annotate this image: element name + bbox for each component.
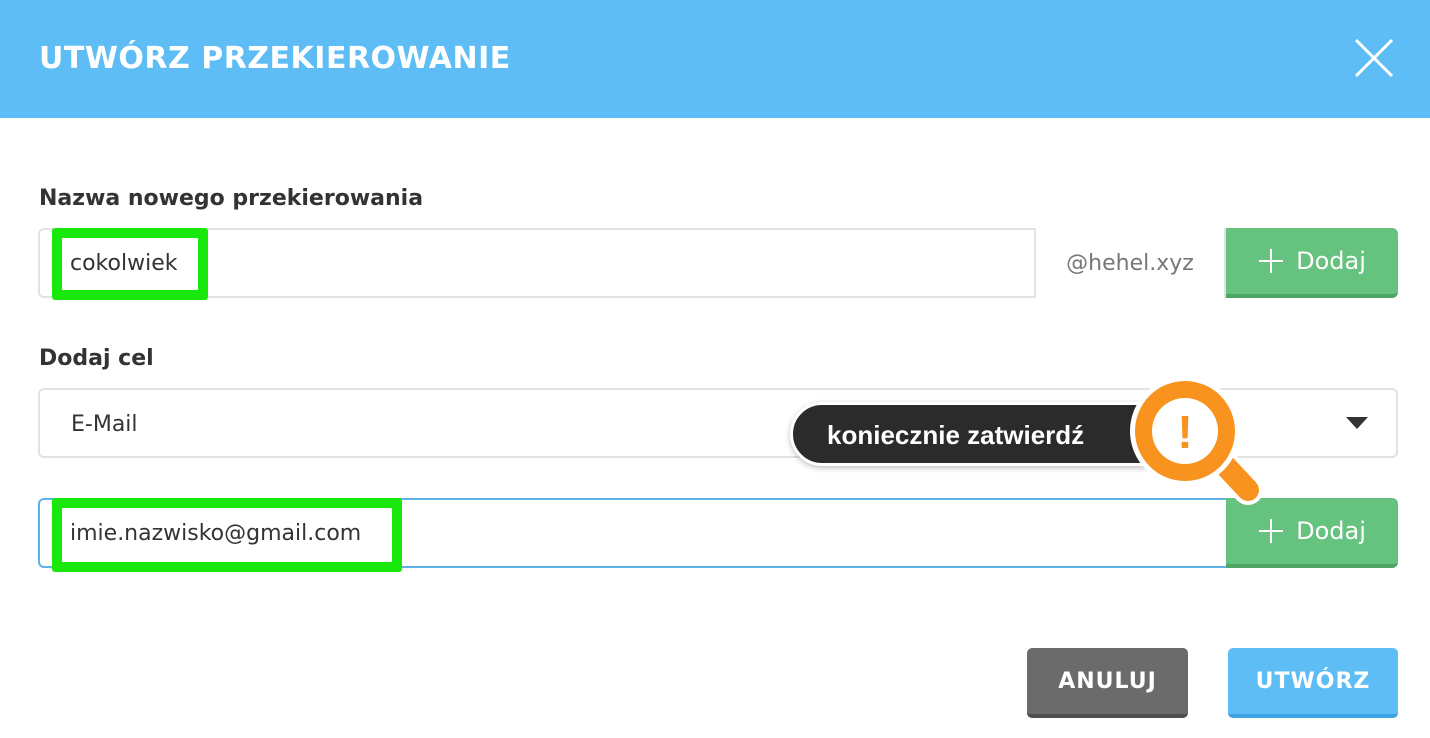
forward-name-input[interactable] bbox=[40, 230, 1034, 296]
create-button[interactable]: UTWÓRZ bbox=[1228, 648, 1398, 718]
close-icon bbox=[1354, 38, 1394, 78]
add-target-button[interactable]: Dodaj bbox=[1226, 498, 1398, 568]
domain-suffix: @hehel.xyz bbox=[1034, 228, 1226, 298]
plus-icon bbox=[1259, 249, 1284, 273]
dialog-title: UTWÓRZ PRZEKIEROWANIE bbox=[39, 41, 511, 76]
add-forward-name-button[interactable]: Dodaj bbox=[1226, 228, 1398, 298]
target-label: Dodaj cel bbox=[39, 346, 154, 371]
add-button-label: Dodaj bbox=[1296, 247, 1366, 275]
cancel-button[interactable]: ANULUJ bbox=[1027, 648, 1188, 718]
caret-down-icon bbox=[1346, 417, 1368, 429]
target-email-group: Dodaj bbox=[38, 498, 1398, 568]
forward-name-group: @hehel.xyz Dodaj bbox=[38, 228, 1398, 298]
plus-icon bbox=[1259, 519, 1284, 543]
add-button-label: Dodaj bbox=[1296, 517, 1366, 545]
create-forward-dialog: UTWÓRZ PRZEKIEROWANIE Nazwa nowego przek… bbox=[0, 0, 1430, 738]
tooltip-text: koniecznie zatwierdź bbox=[827, 420, 1085, 450]
warning-magnifier-icon: ! bbox=[1130, 378, 1263, 505]
target-type-value: E-Mail bbox=[71, 412, 138, 437]
close-button[interactable] bbox=[1352, 36, 1396, 80]
warning-symbol: ! bbox=[1177, 406, 1192, 458]
dialog-header: UTWÓRZ PRZEKIEROWANIE bbox=[0, 0, 1430, 118]
target-email-input[interactable] bbox=[40, 500, 1224, 566]
forward-name-label: Nazwa nowego przekierowania bbox=[39, 186, 424, 211]
